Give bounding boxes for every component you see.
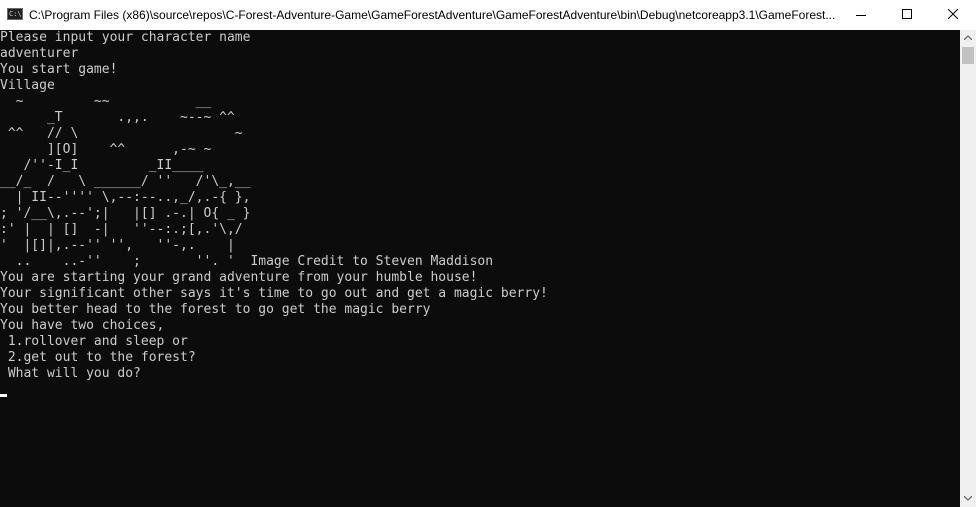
console-output[interactable]: Please input your character name adventur… [0, 30, 960, 507]
close-icon [948, 9, 958, 19]
scroll-up-button[interactable] [960, 30, 976, 46]
prompt-line: What will you do? [0, 366, 141, 381]
maximize-button[interactable] [884, 0, 930, 30]
console-line: You better head to the forest to go get … [0, 302, 431, 317]
chevron-down-icon [964, 496, 972, 501]
console-line: You are starting your grand adventure fr… [0, 270, 478, 285]
ascii-art-line: ; '/__\,.--';| |[] .-.| O{ _ } [0, 206, 251, 221]
choice-line: 1.rollover and sleep or [0, 334, 188, 349]
minimize-button[interactable] [838, 0, 884, 30]
text-cursor [0, 394, 7, 397]
ascii-art-line: ][O] ^^ ,-~ ~ [0, 142, 212, 157]
console-app-icon[interactable]: C:\ [7, 8, 23, 20]
ascii-art-line: _T .,,. ~--~ ^^ [0, 110, 235, 125]
window-title: C:\Program Files (x86)\source\repos\C-Fo… [29, 8, 836, 22]
scroll-down-button[interactable] [960, 491, 976, 507]
choice-line: 2.get out to the forest? [0, 350, 196, 365]
ascii-art-line: __/_ / \ ______/ '' /'\_,__ [0, 174, 251, 189]
ascii-art-credit-line: .. ..-'' ; ''. ' Image Credit to Steven … [0, 254, 494, 269]
close-button[interactable] [930, 0, 976, 30]
console-line: You have two choices, [0, 318, 165, 333]
console-line: You start game! [0, 62, 118, 77]
ascii-art-line: | II--'''' \,--:--..,_/,.-{ }, [0, 190, 251, 205]
minimize-icon [856, 15, 866, 16]
console-line: Please input your character name [0, 30, 251, 45]
ascii-art-line: ' |[]|,.--'' '', ''-,. | [0, 238, 235, 253]
title-bar[interactable]: C:\ C:\Program Files (x86)\source\repos\… [0, 0, 976, 31]
ascii-art-line: ~ ~~ __ [0, 94, 212, 109]
ascii-art-line: ^^ // \ ~ [0, 126, 243, 141]
chevron-up-icon [964, 35, 972, 40]
vertical-scrollbar[interactable] [960, 30, 976, 507]
scrollbar-thumb[interactable] [962, 47, 974, 64]
console-line: Your significant other says it's time to… [0, 286, 548, 301]
ascii-art-line: :' | | [] -| ''--:.;[,.'\,/ [0, 222, 243, 237]
maximize-icon [902, 9, 912, 19]
console-text: Please input your character name adventur… [0, 30, 960, 382]
console-line: Village [0, 78, 55, 93]
ascii-art-line: /''-I_I _II____ [0, 158, 204, 173]
console-line: adventurer [0, 46, 79, 61]
